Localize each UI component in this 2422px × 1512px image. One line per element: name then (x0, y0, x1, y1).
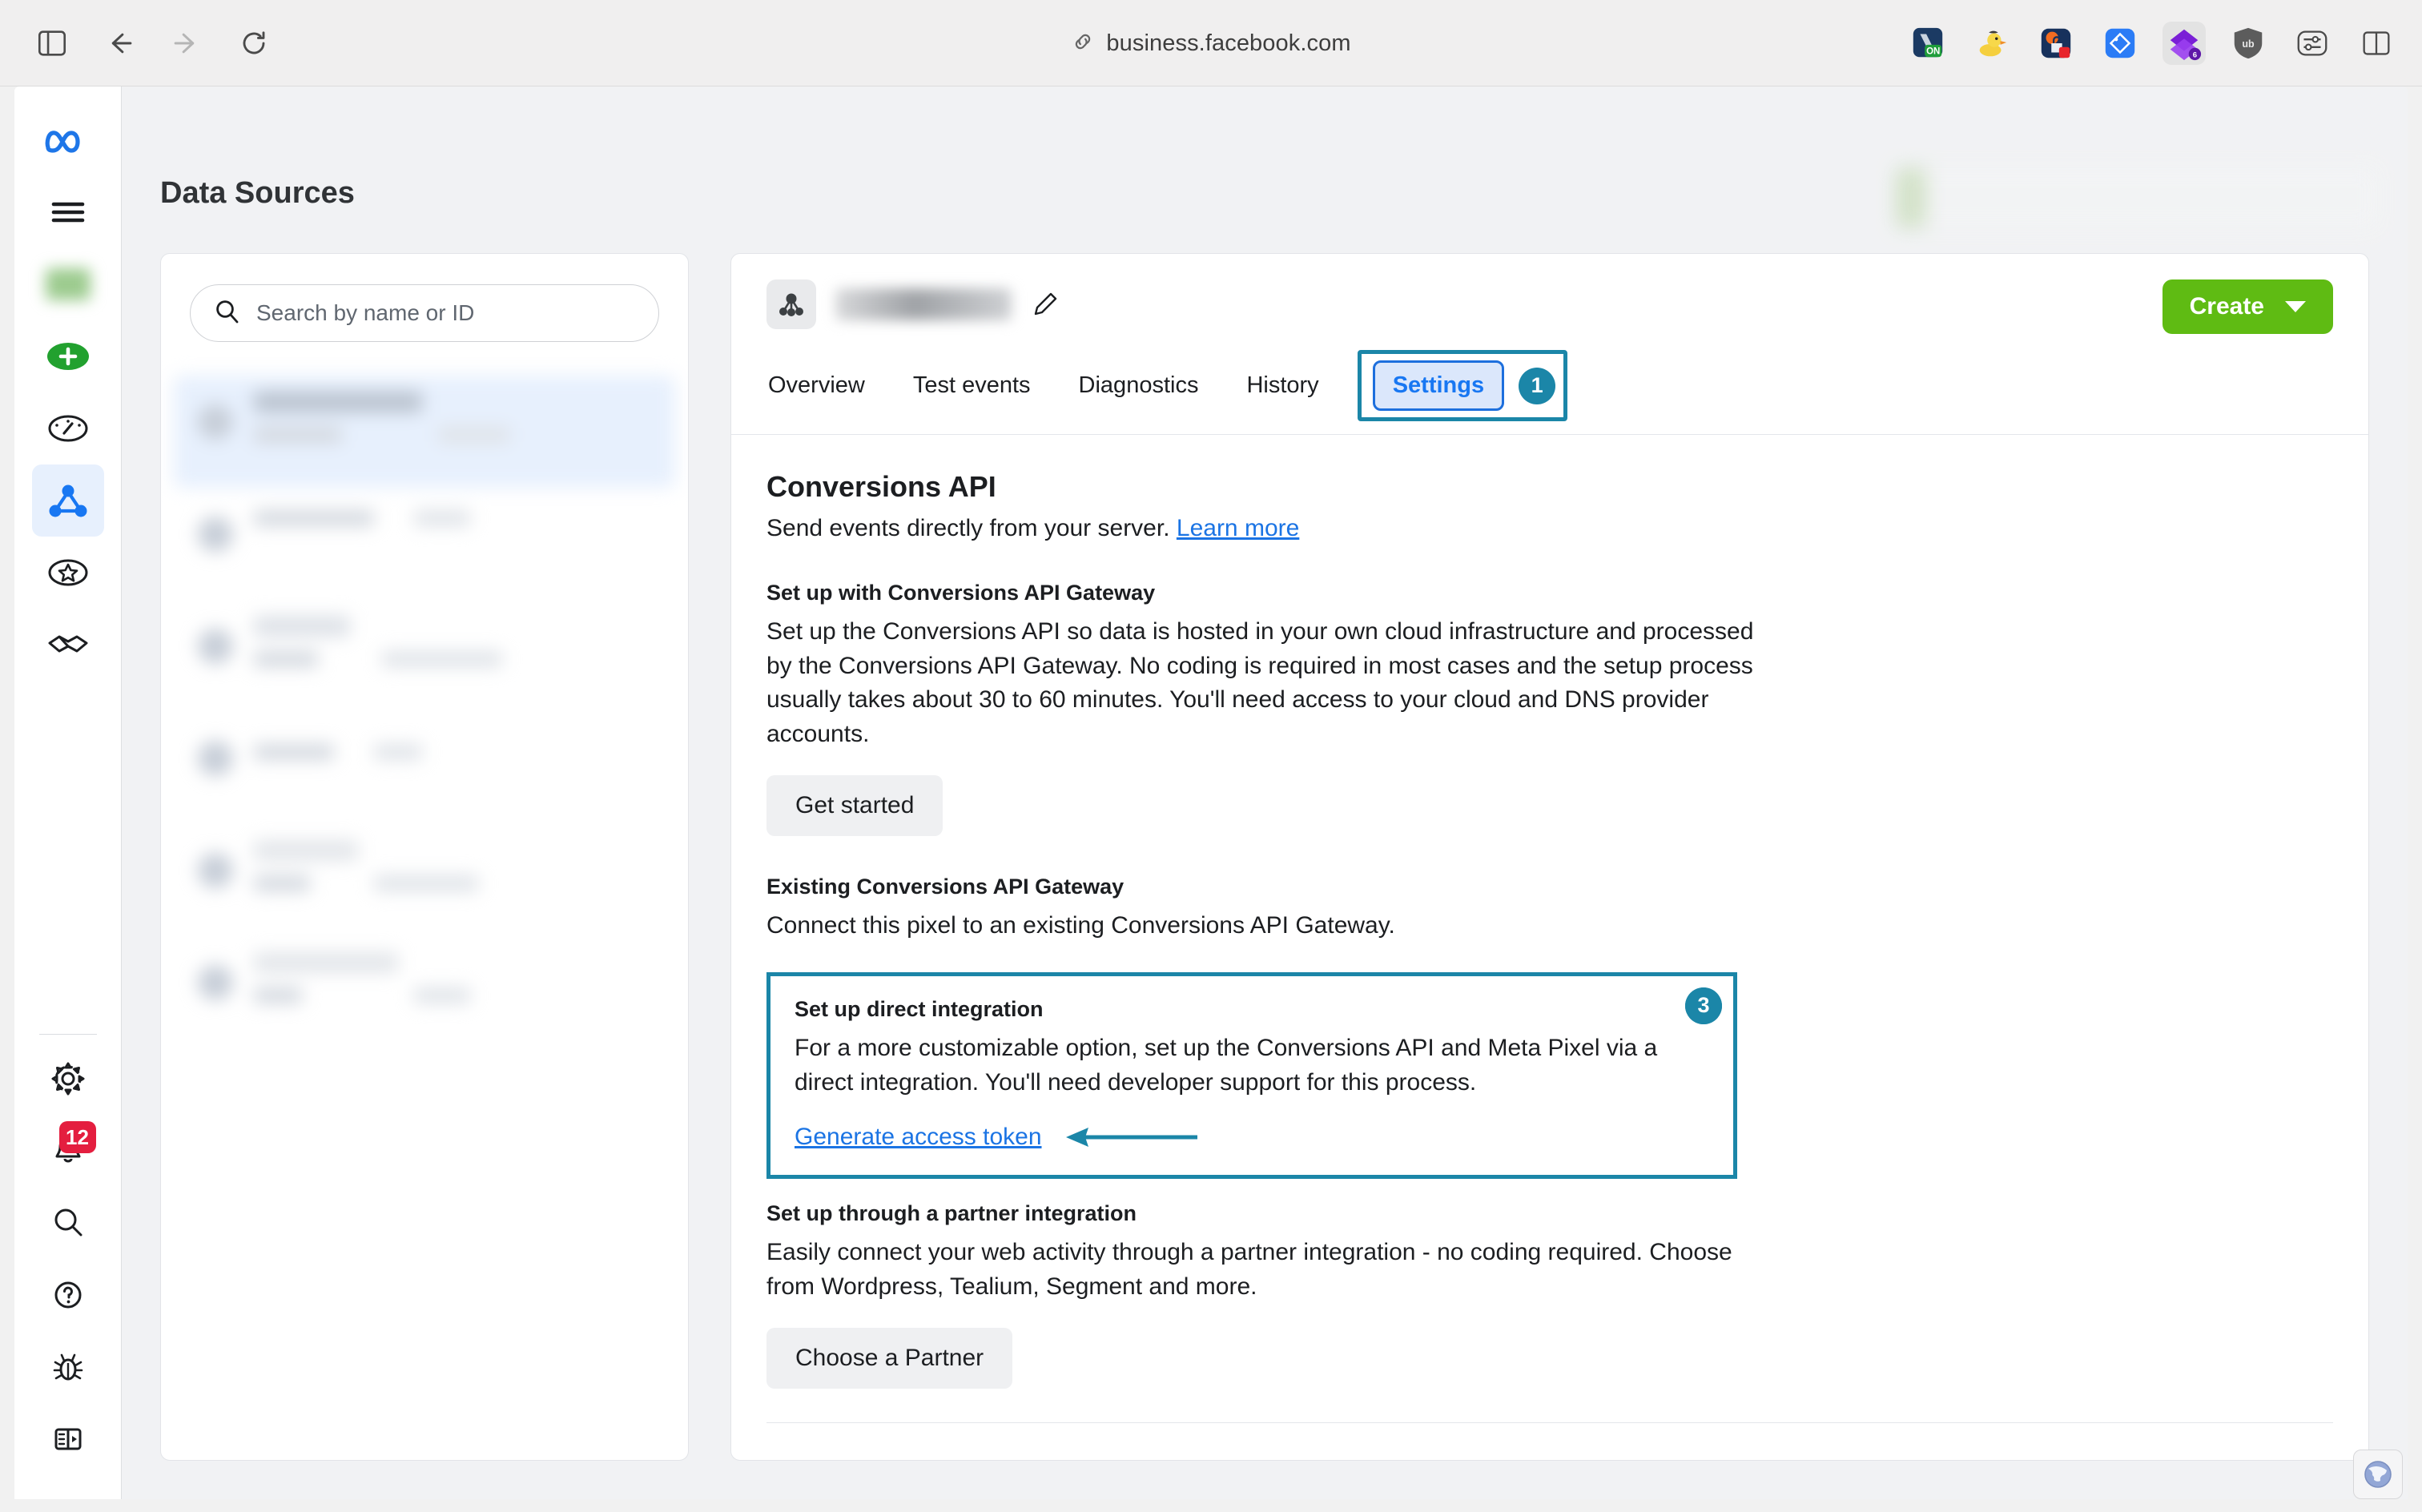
direct-integration-annotation-box: 2 Set up direct integration For a more c… (766, 971, 1737, 1180)
notification-badge: 12 (58, 1121, 96, 1153)
svg-text:6: 6 (2193, 50, 2197, 59)
tab-test-events[interactable]: Test events (889, 361, 1055, 423)
list-item[interactable] (174, 376, 675, 488)
gateway-heading: Set up with Conversions API Gateway (766, 581, 1156, 605)
purple-layers-extension-icon[interactable]: 6 (2162, 22, 2206, 65)
conversions-api-subtitle: Send events directly from your server. L… (766, 515, 2333, 542)
svg-text:ON: ON (1926, 46, 1940, 56)
svg-text:ub: ub (2242, 38, 2255, 50)
tab-diagnostics[interactable]: Diagnostics (1055, 361, 1223, 423)
notifications-bell-icon[interactable]: 12 (32, 1115, 104, 1187)
generate-token-row: Generate access token 3 (795, 987, 1722, 1151)
existing-gateway-body: Connect this pixel to an existing Conver… (766, 912, 1395, 939)
star-icon[interactable] (32, 537, 104, 609)
annotation-step-3: 3 (1685, 987, 1722, 1024)
list-item[interactable] (174, 600, 675, 712)
create-icon[interactable] (32, 320, 104, 392)
tab-settings[interactable]: Settings (1372, 360, 1505, 411)
gateway-body: Set up the Conversions API so data is ho… (766, 618, 1754, 747)
tab-history[interactable]: History (1222, 361, 1342, 423)
conversions-api-subtitle-text: Send events directly from your server. (766, 515, 1170, 541)
existing-gateway-heading: Existing Conversions API Gateway (766, 875, 1124, 899)
browser-window: business.facebook.com ON 6 ub 12 Data So… (0, 0, 2422, 1512)
account-summary-blurred (1897, 168, 2377, 227)
create-button-label: Create (2189, 293, 2264, 320)
pixel-icon (766, 279, 816, 329)
web-page: 12 Data Sources Search by name or ID Cre… (14, 86, 2408, 1499)
edit-pencil-icon[interactable] (1031, 290, 1060, 319)
tab-settings-annotation: Settings 1 (1357, 350, 1568, 421)
settings-body: Conversions API Send events directly fro… (731, 435, 2368, 1460)
choose-a-partner-button[interactable]: Choose a Partner (766, 1328, 1013, 1389)
duck-extension-icon[interactable] (1970, 22, 2014, 65)
list-item[interactable] (174, 712, 675, 824)
detail-header: Create Overview Test events Diagnostics … (731, 254, 2368, 434)
forward-arrow-icon[interactable] (168, 25, 205, 62)
tab-overview[interactable]: Overview (766, 361, 889, 423)
direct-integration-heading: Set up direct integration (795, 996, 1044, 1021)
address-bar[interactable]: business.facebook.com (1050, 23, 1371, 64)
rail-divider (38, 1034, 97, 1035)
data-sources-list-card (160, 253, 689, 1461)
url-text: business.facebook.com (1106, 30, 1351, 56)
search-box[interactable] (190, 284, 659, 342)
speedometer-icon[interactable] (32, 392, 104, 464)
globe-icon[interactable] (2353, 1450, 2403, 1499)
menu-icon[interactable] (32, 176, 104, 248)
get-started-button[interactable]: Get started (766, 775, 943, 837)
detail-tabs: Overview Test events Diagnostics History… (766, 350, 2333, 434)
direct-integration-body: For a more customizable option, set up t… (795, 1034, 1658, 1096)
list-item[interactable] (174, 488, 675, 600)
ublock-shield-extension-icon[interactable]: ub (2227, 22, 2270, 65)
partner-integration-heading: Set up through a partner integration (766, 1201, 1137, 1226)
section-divider (766, 1422, 2333, 1424)
split-view-extension-icon[interactable] (2355, 22, 2398, 65)
data-source-detail-card: Create Overview Test events Diagnostics … (730, 253, 2369, 1461)
generate-access-token-link[interactable]: Generate access token (795, 1124, 1042, 1151)
tag-extension-icon[interactable] (2098, 22, 2142, 65)
search-icon (213, 298, 240, 329)
chevron-down-icon (2285, 301, 2306, 312)
handshake-icon[interactable] (32, 609, 104, 681)
list-item[interactable] (174, 936, 675, 1048)
conversions-api-heading: Conversions API (766, 470, 996, 503)
annotation-arrow-icon (1063, 1124, 1199, 1151)
settings-gear-icon[interactable] (32, 1043, 104, 1115)
main-content: Data Sources Search by name or ID Create… (122, 86, 2408, 1499)
avatar-thumbnail (45, 268, 91, 300)
create-button[interactable]: Create (2162, 279, 2333, 334)
bug-icon[interactable] (32, 1331, 104, 1403)
sidebar-toggle-icon[interactable] (34, 25, 70, 62)
reload-icon[interactable] (235, 25, 272, 62)
page-title: Data Sources (160, 176, 355, 210)
sliders-extension-icon[interactable] (2291, 22, 2334, 65)
on-badge-extension-icon[interactable]: ON (1906, 22, 1949, 65)
data-source-identity (766, 279, 2333, 329)
extensions-area: ON 6 ub (1906, 0, 2398, 86)
meta-logo-icon[interactable] (32, 104, 104, 176)
search-icon[interactable] (32, 1187, 104, 1259)
data-sources-list-blurred (174, 376, 675, 1460)
back-arrow-icon[interactable] (101, 25, 138, 62)
list-item[interactable] (174, 824, 675, 936)
data-source-name (835, 288, 1012, 320)
business-avatar[interactable] (32, 248, 104, 320)
browser-toolbar: business.facebook.com ON 6 ub (0, 0, 2422, 86)
learn-more-link[interactable]: Learn more (1177, 515, 1299, 541)
link-chain-icon (1071, 30, 1095, 58)
meta-left-rail: 12 (14, 86, 122, 1499)
search-input[interactable] (256, 300, 636, 326)
help-icon[interactable] (32, 1259, 104, 1331)
privacy-lock-extension-icon[interactable] (2034, 22, 2078, 65)
partner-integration-body: Easily connect your web activity through… (766, 1239, 1732, 1300)
sidebar-item-data-sources[interactable] (31, 464, 104, 537)
annotation-step-1: 1 (1519, 367, 1556, 404)
panel-toggle-icon[interactable] (32, 1403, 104, 1475)
extend-attribution-heading: Extend attribution uploads (766, 1455, 2333, 1460)
